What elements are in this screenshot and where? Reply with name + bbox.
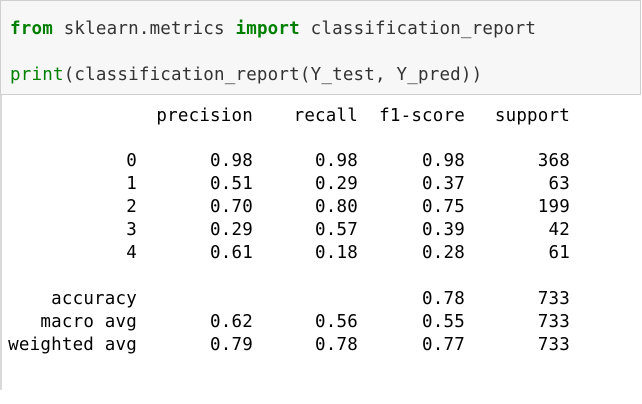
summary-row-f1-cell: 0.78 <box>422 289 465 309</box>
class-row-f1-cell: 0.37 <box>422 174 465 194</box>
summary-row-label-cell: accuracy <box>51 289 137 309</box>
header-recall: recall <box>293 106 358 126</box>
summary-row-recall-cell: 0.56 <box>315 312 358 332</box>
class-row-f1-cell: 0.28 <box>422 243 465 263</box>
summary-row-label-cell: macro avg <box>40 312 137 332</box>
class-row-label-cell: 1 <box>126 174 137 194</box>
keyword-from: from <box>10 19 53 39</box>
class-row-precision-cell: 0.61 <box>210 243 253 263</box>
header-f1-score: f1-score <box>379 106 465 126</box>
class-row-support-cell: 63 <box>548 174 570 194</box>
code-line-import: from sklearn.metrics import classificati… <box>10 19 536 39</box>
class-row-recall-cell: 0.98 <box>315 151 358 171</box>
summary-row-support-cell: 733 <box>537 312 570 332</box>
summary-row-precision-cell: 0.62 <box>210 312 253 332</box>
summary-row-support-cell: 733 <box>537 335 570 355</box>
class-row-support-cell: 199 <box>537 197 570 217</box>
class-row-precision-cell: 0.98 <box>210 151 253 171</box>
class-row-f1-cell: 0.39 <box>422 220 465 240</box>
code-cell-input[interactable]: from sklearn.metrics import classificati… <box>0 0 641 95</box>
keyword-import: import <box>235 19 300 39</box>
class-row-label-cell: 0 <box>126 151 137 171</box>
summary-row-f1-cell: 0.77 <box>422 335 465 355</box>
builtin-print: print <box>10 65 64 85</box>
class-row-f1-cell: 0.98 <box>422 151 465 171</box>
class-row-precision-cell: 0.70 <box>210 197 253 217</box>
class-row-label-cell: 2 <box>126 197 137 217</box>
class-row-recall-cell: 0.57 <box>315 220 358 240</box>
module-name: sklearn.metrics <box>52 19 236 39</box>
code-line-print: print(classification_report(Y_test, Y_pr… <box>10 65 482 85</box>
class-row-support-cell: 42 <box>548 220 570 240</box>
header-support: support <box>494 106 570 126</box>
summary-row-recall-cell: 0.78 <box>315 335 358 355</box>
imported-name: classification_report <box>299 19 537 39</box>
class-row-precision-cell: 0.29 <box>210 220 253 240</box>
class-row-support-cell: 368 <box>537 151 570 171</box>
class-row-recall-cell: 0.80 <box>315 197 358 217</box>
summary-row-support-cell: 733 <box>537 289 570 309</box>
class-row-precision-cell: 0.51 <box>210 174 253 194</box>
summary-row-f1-cell: 0.55 <box>422 312 465 332</box>
summary-row-precision-cell: 0.79 <box>210 335 253 355</box>
class-row-label-cell: 4 <box>126 243 137 263</box>
print-call-args: (classification_report(Y_test, Y_pred)) <box>63 65 483 85</box>
class-row-support-cell: 61 <box>548 243 570 263</box>
header-precision: precision <box>156 106 253 126</box>
class-row-f1-cell: 0.75 <box>422 197 465 217</box>
class-row-recall-cell: 0.18 <box>315 243 358 263</box>
class-row-label-cell: 3 <box>126 220 137 240</box>
class-row-recall-cell: 0.29 <box>315 174 358 194</box>
summary-row-label-cell: weighted avg <box>8 335 137 355</box>
